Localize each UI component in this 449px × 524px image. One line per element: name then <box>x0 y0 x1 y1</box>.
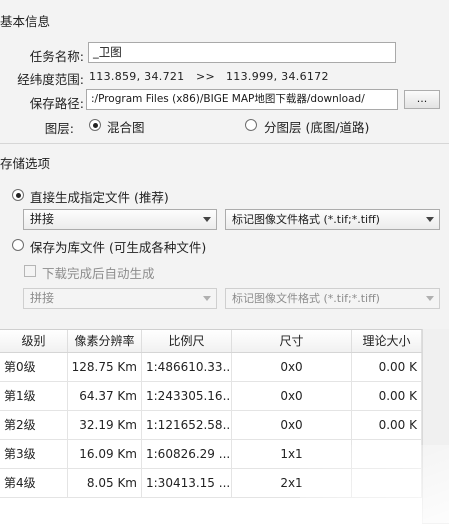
col-resolution-header[interactable]: 像素分辨率 <box>68 330 142 352</box>
table-row[interactable]: 第2级 32.19 Km 1:121652.58... 0x0 0.00 K <box>0 411 422 440</box>
direct-format-select[interactable]: 标记图像文件格式 (*.tif;*.tiff) <box>225 209 440 230</box>
latlon-from: 113.859, 34.721 <box>89 70 185 83</box>
cell-filesize: 0.00 K <box>352 411 422 439</box>
task-name-input[interactable]: _卫图 <box>88 42 396 63</box>
layer-mixed-radio[interactable] <box>89 119 101 131</box>
library-format-select[interactable]: 标记图像文件格式 (*.tif;*.tiff) <box>225 288 440 309</box>
cell-resolution: 128.75 Km <box>68 353 142 381</box>
latlon-separator: >> <box>196 70 216 83</box>
cell-filesize <box>352 469 422 497</box>
cell-filesize: 0.00 K <box>352 353 422 381</box>
cell-scale: 1:60826.29 ... <box>142 440 232 468</box>
cell-resolution: 64.37 Km <box>68 382 142 410</box>
library-mode-value: 拼接 <box>30 291 55 305</box>
cell-resolution: 16.09 Km <box>68 440 142 468</box>
table-row[interactable]: 第3级 16.09 Km 1:60826.29 ... 1x1 <box>0 440 422 469</box>
cell-level: 第4级 <box>0 469 68 497</box>
cell-level: 第3级 <box>0 440 68 468</box>
direct-file-radio[interactable] <box>12 189 24 201</box>
chevron-down-icon <box>426 296 434 301</box>
auto-generate-checkbox[interactable] <box>24 265 36 277</box>
cell-scale: 1:30413.15 ... <box>142 469 232 497</box>
cell-scale: 1:486610.33... <box>142 353 232 381</box>
storage-section-title: 存储选项 <box>0 156 51 171</box>
library-file-radio[interactable] <box>12 239 24 251</box>
basic-section-title: 基本信息 <box>0 14 51 29</box>
cell-size: 2x1 <box>232 469 352 497</box>
level-table: 级别 像素分辨率 比例尺 尺寸 理论大小 第0级 128.75 Km 1:486… <box>0 329 422 524</box>
cell-size: 0x0 <box>232 411 352 439</box>
table-row[interactable]: 第1级 64.37 Km 1:243305.16... 0x0 0.00 K <box>0 382 422 411</box>
library-mode-select[interactable]: 拼接 <box>23 288 217 309</box>
table-row[interactable]: 第4级 8.05 Km 1:30413.15 ... 2x1 <box>0 469 422 498</box>
cell-size: 0x0 <box>232 353 352 381</box>
browse-button[interactable]: ... <box>404 90 440 109</box>
section-divider <box>0 143 449 144</box>
latlon-label: 经纬度范围: <box>17 72 84 87</box>
layer-split-label[interactable]: 分图层 (底图/道路) <box>264 117 369 136</box>
col-filesize-header[interactable]: 理论大小 <box>352 330 422 352</box>
latlon-to: 113.999, 34.6172 <box>226 70 329 83</box>
direct-mode-value: 拼接 <box>30 212 55 226</box>
chevron-down-icon <box>203 217 211 222</box>
cell-resolution: 32.19 Km <box>68 411 142 439</box>
table-header: 级别 像素分辨率 比例尺 尺寸 理论大小 <box>0 330 422 353</box>
col-scale-header[interactable]: 比例尺 <box>142 330 232 352</box>
task-name-label: 任务名称: <box>29 49 84 64</box>
cell-level: 第1级 <box>0 382 68 410</box>
table-scrollbar[interactable] <box>422 329 449 523</box>
cell-scale: 1:121652.58... <box>142 411 232 439</box>
auto-generate-label[interactable]: 下载完成后自动生成 <box>42 263 155 282</box>
save-path-input[interactable]: :/Program Files (x86)/BIGE MAP地图下载器/down… <box>86 89 398 110</box>
library-format-value: 标记图像文件格式 (*.tif;*.tiff) <box>232 292 380 305</box>
cell-size: 0x0 <box>232 382 352 410</box>
layer-label: 图层: <box>44 121 74 136</box>
cell-filesize: 0.00 K <box>352 382 422 410</box>
layer-split-radio[interactable] <box>245 119 257 131</box>
layer-mixed-label[interactable]: 混合图 <box>107 117 145 136</box>
cell-resolution: 8.05 Km <box>68 469 142 497</box>
direct-file-label[interactable]: 直接生成指定文件 (推荐) <box>30 187 169 206</box>
cell-size: 1x1 <box>232 440 352 468</box>
chevron-down-icon <box>426 217 434 222</box>
direct-mode-select[interactable]: 拼接 <box>23 209 217 230</box>
col-level-header[interactable]: 级别 <box>0 330 68 352</box>
cell-level: 第2级 <box>0 411 68 439</box>
cell-filesize <box>352 440 422 468</box>
save-path-label: 保存路径: <box>29 96 84 111</box>
cell-scale: 1:243305.16... <box>142 382 232 410</box>
library-file-label[interactable]: 保存为库文件 (可生成各种文件) <box>30 237 206 256</box>
direct-format-value: 标记图像文件格式 (*.tif;*.tiff) <box>232 213 380 226</box>
col-size-header[interactable]: 尺寸 <box>232 330 352 352</box>
cell-level: 第0级 <box>0 353 68 381</box>
table-row[interactable]: 第0级 128.75 Km 1:486610.33... 0x0 0.00 K <box>0 353 422 382</box>
chevron-down-icon <box>203 296 211 301</box>
